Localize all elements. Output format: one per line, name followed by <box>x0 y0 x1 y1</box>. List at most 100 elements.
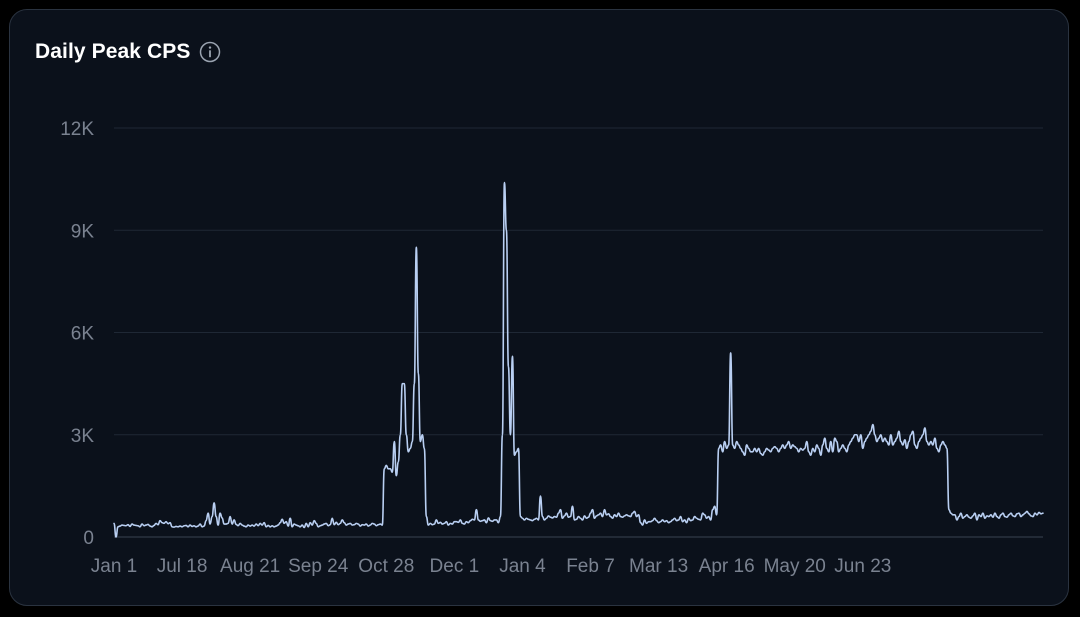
data-point[interactable] <box>703 513 707 517</box>
data-point[interactable] <box>883 436 887 440</box>
data-point[interactable] <box>877 436 881 440</box>
data-point[interactable] <box>398 433 402 437</box>
data-point[interactable] <box>402 382 406 386</box>
data-point[interactable] <box>837 450 841 454</box>
data-point[interactable] <box>396 460 400 464</box>
data-point[interactable] <box>202 524 206 528</box>
data-point[interactable] <box>775 446 779 450</box>
data-point[interactable] <box>556 511 560 515</box>
data-point[interactable] <box>815 443 819 447</box>
data-point[interactable] <box>226 521 230 525</box>
data-point[interactable] <box>873 433 877 437</box>
data-point[interactable] <box>901 443 905 447</box>
data-point[interactable] <box>779 446 783 450</box>
data-point[interactable] <box>739 446 743 450</box>
data-point[interactable] <box>787 440 791 444</box>
data-point[interactable] <box>959 511 963 515</box>
data-point[interactable] <box>835 440 839 444</box>
data-point[interactable] <box>889 433 893 437</box>
data-point[interactable] <box>811 446 815 450</box>
data-point[interactable] <box>382 467 386 471</box>
data-point[interactable] <box>753 446 757 450</box>
data-point[interactable] <box>797 450 801 454</box>
data-point[interactable] <box>735 440 739 444</box>
data-point[interactable] <box>214 515 218 519</box>
data-point[interactable] <box>819 453 823 457</box>
data-point[interactable] <box>909 433 913 437</box>
data-point[interactable] <box>925 440 929 444</box>
data-point[interactable] <box>472 518 476 522</box>
data-point[interactable] <box>677 518 681 522</box>
data-point[interactable] <box>941 440 945 444</box>
data-point[interactable] <box>795 446 799 450</box>
data-point[interactable] <box>278 521 282 525</box>
data-point[interactable] <box>536 518 540 522</box>
data-point[interactable] <box>641 523 645 527</box>
data-point[interactable] <box>751 450 755 454</box>
data-point[interactable] <box>893 440 897 444</box>
data-point[interactable] <box>570 504 574 508</box>
data-point[interactable] <box>973 511 977 515</box>
data-point[interactable] <box>953 513 957 517</box>
data-point[interactable] <box>741 450 745 454</box>
data-point[interactable] <box>825 446 829 450</box>
data-point[interactable] <box>114 535 118 539</box>
data-point[interactable] <box>484 521 488 525</box>
data-point[interactable] <box>879 433 883 437</box>
data-point[interactable] <box>679 515 683 519</box>
data-point[interactable] <box>603 508 607 512</box>
data-point[interactable] <box>809 453 813 457</box>
data-point[interactable] <box>937 450 941 454</box>
data-point[interactable] <box>927 443 931 447</box>
data-point[interactable] <box>713 504 717 508</box>
data-point[interactable] <box>1041 511 1045 515</box>
data-point[interactable] <box>813 450 817 454</box>
data-point[interactable] <box>286 524 290 528</box>
data-point[interactable] <box>589 511 593 515</box>
data-point[interactable] <box>831 450 835 454</box>
data-point[interactable] <box>997 516 1001 520</box>
data-point[interactable] <box>975 518 979 522</box>
data-point[interactable] <box>208 522 212 526</box>
data-point[interactable] <box>216 523 220 527</box>
data-point[interactable] <box>516 446 520 450</box>
data-point[interactable] <box>957 515 961 519</box>
data-point[interactable] <box>917 440 921 444</box>
data-point[interactable] <box>591 508 595 512</box>
data-point[interactable] <box>931 443 935 447</box>
data-point[interactable] <box>821 443 825 447</box>
data-point[interactable] <box>502 181 506 185</box>
data-point[interactable] <box>833 436 837 440</box>
data-point[interactable] <box>416 371 420 375</box>
data-point[interactable] <box>849 440 853 444</box>
data-point[interactable] <box>939 443 943 447</box>
data-point[interactable] <box>769 450 773 454</box>
data-point[interactable] <box>330 516 334 520</box>
data-point[interactable] <box>699 518 703 522</box>
data-point[interactable] <box>865 436 869 440</box>
data-point[interactable] <box>847 443 851 447</box>
data-point[interactable] <box>943 443 947 447</box>
data-point[interactable] <box>857 440 861 444</box>
data-point[interactable] <box>408 446 412 450</box>
data-point[interactable] <box>691 518 695 522</box>
data-point[interactable] <box>404 433 408 437</box>
data-point[interactable] <box>763 450 767 454</box>
data-point[interactable] <box>422 446 426 450</box>
data-point[interactable] <box>947 508 951 512</box>
data-point[interactable] <box>314 521 318 525</box>
data-point[interactable] <box>733 446 737 450</box>
data-point[interactable] <box>554 515 558 519</box>
data-point[interactable] <box>284 520 288 524</box>
data-point[interactable] <box>981 511 985 515</box>
data-point[interactable] <box>637 513 641 517</box>
data-point[interactable] <box>725 446 729 450</box>
data-point[interactable] <box>558 508 562 512</box>
data-point[interactable] <box>629 515 633 519</box>
data-point[interactable] <box>410 440 414 444</box>
data-point[interactable] <box>210 515 214 519</box>
data-point[interactable] <box>643 518 647 522</box>
data-point[interactable] <box>817 446 821 450</box>
data-point[interactable] <box>112 521 116 525</box>
data-point[interactable] <box>512 453 516 457</box>
